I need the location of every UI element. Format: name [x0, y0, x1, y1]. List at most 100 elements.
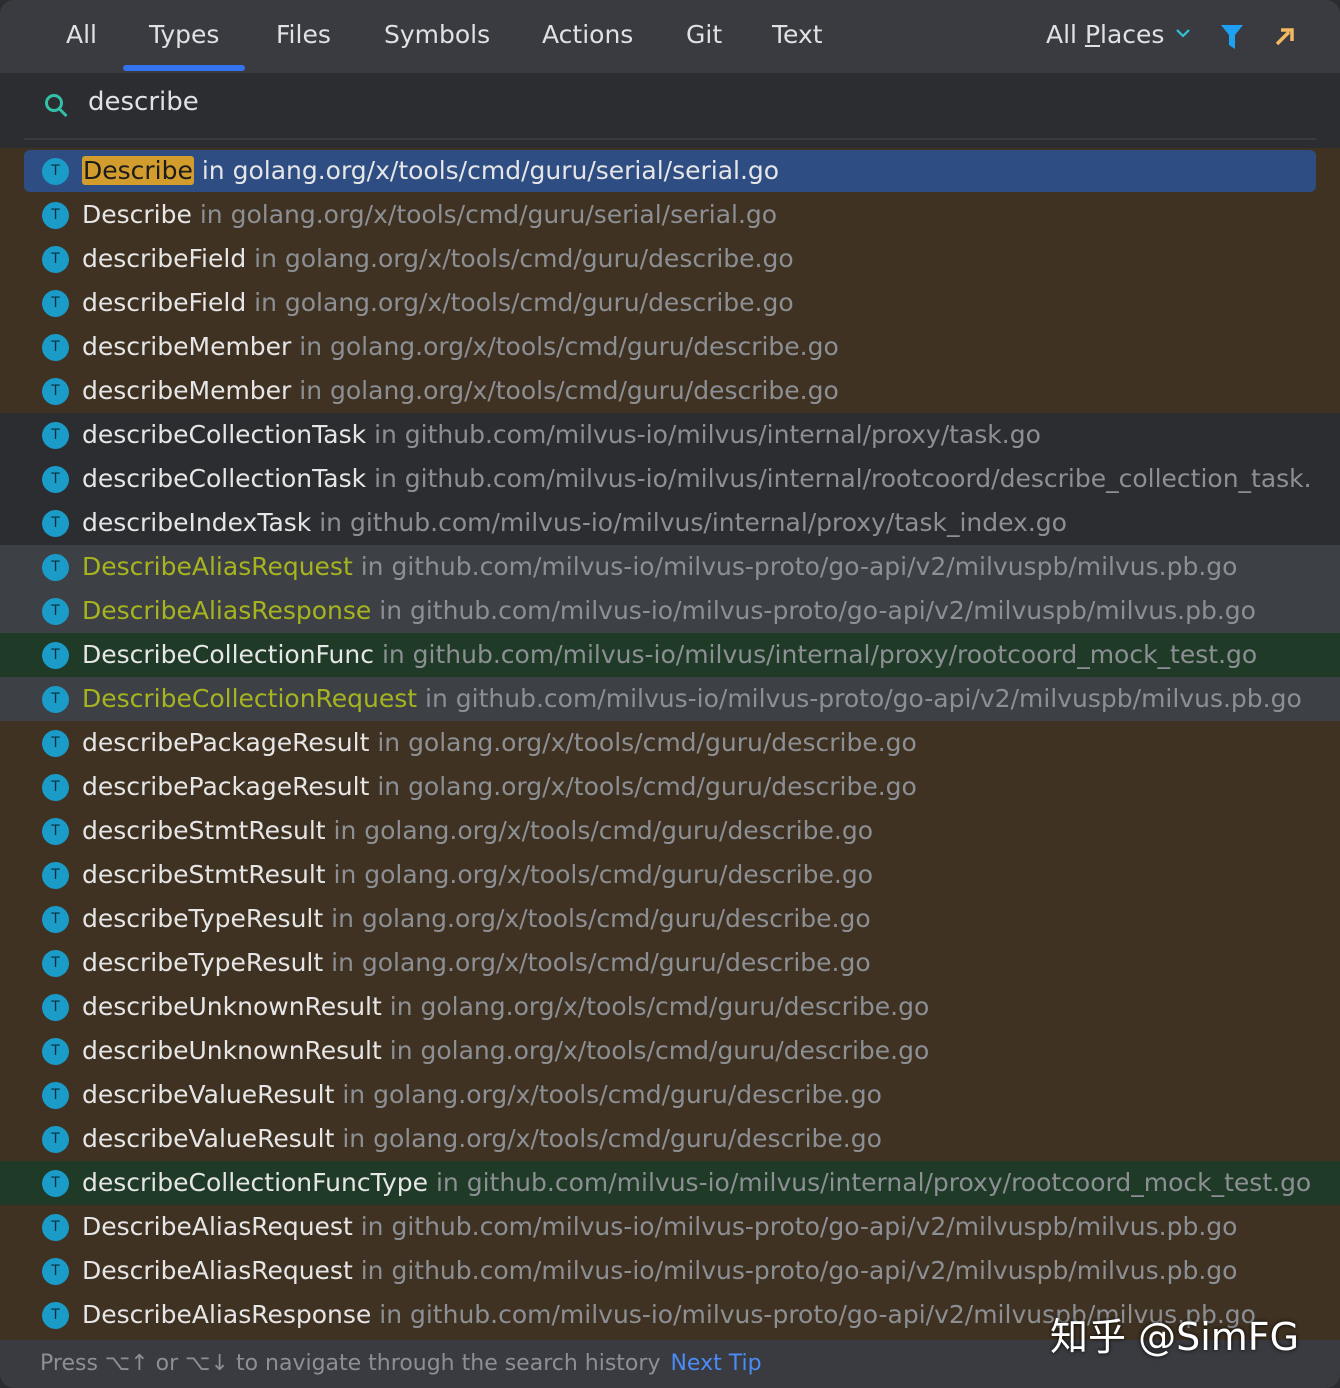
type-icon: T [42, 290, 69, 317]
result-row[interactable]: T DescribeCollectionFunc in github.com/mi… [0, 633, 1340, 677]
chevron-down-icon[interactable] [1174, 24, 1192, 42]
divider [24, 138, 1316, 140]
next-tip-link[interactable]: Next Tip [670, 1351, 761, 1376]
type-icon: T [42, 1126, 69, 1153]
scope-label: All [1046, 20, 1085, 49]
result-name: DescribeCollectionRequest [82, 684, 418, 713]
type-icon: T [42, 1038, 69, 1065]
result-row[interactable]: TdescribeUnknownResult in golang.org/x/t… [0, 1029, 1340, 1073]
filter-icon[interactable] [1220, 24, 1244, 50]
result-name: describeCollectionTask [82, 420, 367, 449]
result-row[interactable]: TdescribeValueResult in golang.org/x/too… [0, 1073, 1340, 1117]
type-icon: T [42, 246, 69, 273]
type-icon: T [42, 1082, 69, 1109]
result-row[interactable]: TdescribeUnknownResult in golang.org/x/t… [0, 985, 1340, 1029]
result-location: in golang.org/x/tools/cmd/guru/describe.… [333, 816, 874, 845]
result-row[interactable]: TdescribeStmtResult in golang.org/x/tool… [0, 809, 1340, 853]
tab-git[interactable]: Git [686, 20, 722, 49]
result-location: in golang.org/x/tools/cmd/guru/describe.… [342, 1124, 882, 1153]
result-name: DescribeAliasResponse [82, 1300, 372, 1329]
result-location: in golang.org/x/tools/cmd/guru/describe.… [331, 948, 871, 977]
result-row[interactable]: T DescribeAliasRequest in github.com/milv… [0, 1205, 1340, 1249]
result-row[interactable]: TdescribeCollectionTask in github.com/mi… [0, 413, 1340, 457]
result-row[interactable]: TdescribeField in golang.org/x/tools/cmd… [0, 281, 1340, 325]
result-name: describeStmtResult [82, 860, 326, 889]
result-name: DescribeCollectionFunc [82, 640, 374, 669]
result-name: describeTypeResult [82, 948, 324, 977]
tab-actions[interactable]: Actions [542, 20, 633, 49]
tab-files[interactable]: Files [276, 20, 331, 49]
result-row[interactable]: TdescribeField in golang.org/x/tools/cmd… [0, 237, 1340, 281]
result-row[interactable]: TdescribeCollectionFuncType in github.co… [0, 1161, 1340, 1205]
tab-all[interactable]: All [66, 20, 97, 49]
open-in-window-icon[interactable] [1273, 26, 1295, 48]
result-row[interactable]: TdescribePackageResult in golang.org/x/t… [0, 721, 1340, 765]
type-icon: T [42, 1170, 69, 1197]
result-row[interactable]: TdescribeCollectionTask in github.com/mi… [0, 457, 1340, 501]
result-name: DescribeAliasRequest [82, 1212, 353, 1241]
result-location: in github.com/milvus-io/milvus-proto/go-… [360, 1212, 1238, 1241]
search-icon [45, 94, 68, 118]
result-name: describeStmtResult [82, 816, 326, 845]
result-row[interactable]: TdescribeIndexTask in github.com/milvus-… [0, 501, 1340, 545]
type-icon: T [42, 730, 69, 757]
watermark: 知乎 @SimFG [1050, 1315, 1300, 1359]
type-icon: T [42, 862, 69, 889]
scope-dropdown[interactable]: All Places [1046, 20, 1164, 49]
result-row[interactable]: TdescribeTypeResult in golang.org/x/tool… [0, 941, 1340, 985]
search-input[interactable] [88, 87, 1288, 117]
result-row[interactable]: T Describe in golang.org/x/tools/cmd/guru… [0, 149, 1340, 193]
tab-text[interactable]: Text [772, 20, 823, 49]
result-location: in github.com/milvus-io/milvus/internal/… [381, 640, 1258, 669]
result-location: in golang.org/x/tools/cmd/guru/describe.… [254, 244, 794, 273]
type-icon: T [42, 202, 69, 229]
result-name: describeValueResult [82, 1080, 335, 1109]
tab-types[interactable]: Types [122, 20, 247, 71]
result-name: describeTypeResult [82, 904, 324, 933]
type-icon: T [42, 334, 69, 361]
scope-mnemonic: P [1084, 20, 1101, 49]
result-row[interactable]: TdescribeValueResult in golang.org/x/too… [0, 1117, 1340, 1161]
result-location: in golang.org/x/tools/cmd/guru/describe.… [299, 332, 839, 361]
result-row[interactable]: T DescribeAliasRequest in github.com/milv… [0, 545, 1340, 589]
result-name: describeMember [82, 332, 292, 361]
result-name: describeValueResult [82, 1124, 335, 1153]
result-location: in golang.org/x/tools/cmd/guru/serial/se… [199, 200, 778, 229]
result-row[interactable]: TdescribeMember in golang.org/x/tools/cm… [0, 325, 1340, 369]
result-location: in golang.org/x/tools/cmd/guru/describe.… [389, 992, 930, 1021]
result-name: describeUnknownResult [82, 992, 382, 1021]
result-location: in github.com/milvus-io/milvus/internal/… [374, 464, 1312, 493]
result-location: in github.com/milvus-io/milvus-proto/go-… [425, 684, 1302, 713]
tab-symbols[interactable]: Symbols [384, 20, 490, 49]
result-name: describeUnknownResult [82, 1036, 382, 1065]
result-row[interactable]: T DescribeCollectionRequest in github.com… [0, 677, 1340, 721]
type-icon: T [42, 554, 69, 581]
result-location: in golang.org/x/tools/cmd/guru/describe.… [377, 728, 917, 757]
type-icon: T [42, 774, 69, 801]
result-location: in github.com/milvus-io/milvus-proto/go-… [360, 1256, 1238, 1285]
result-location: in github.com/milvus-io/milvus/internal/… [374, 420, 1041, 449]
result-location: in golang.org/x/tools/cmd/guru/describe.… [254, 288, 794, 317]
result-row[interactable]: TdescribeTypeResult in golang.org/x/tool… [0, 897, 1340, 941]
result-row[interactable]: T DescribeAliasResponse in github.com/mil… [0, 589, 1340, 633]
result-name: describeField [82, 288, 247, 317]
result-row[interactable]: T Describe in golang.org/x/tools/cmd/guru… [0, 193, 1340, 237]
result-location: in golang.org/x/tools/cmd/guru/describe.… [299, 376, 839, 405]
result-row[interactable]: TdescribeStmtResult in golang.org/x/tool… [0, 853, 1340, 897]
match-highlight: Describe [82, 156, 194, 185]
result-name: describeCollectionFuncType [82, 1168, 429, 1197]
type-icon: T [42, 686, 69, 713]
search-bar [0, 73, 1340, 140]
type-icon: T [42, 1214, 69, 1241]
type-icon: T [42, 994, 69, 1021]
result-row[interactable]: T DescribeAliasRequest in github.com/milv… [0, 1249, 1340, 1293]
result-row[interactable]: TdescribeMember in golang.org/x/tools/cm… [0, 369, 1340, 413]
type-icon: T [42, 598, 69, 625]
type-icon: T [42, 1258, 69, 1285]
type-icon: T [42, 378, 69, 405]
result-name: Describe [82, 200, 192, 229]
result-name: describeField [82, 244, 247, 273]
result-name: DescribeAliasRequest [82, 1256, 353, 1285]
result-location: in github.com/milvus-io/milvus-proto/go-… [379, 596, 1256, 625]
result-row[interactable]: TdescribePackageResult in golang.org/x/t… [0, 765, 1340, 809]
